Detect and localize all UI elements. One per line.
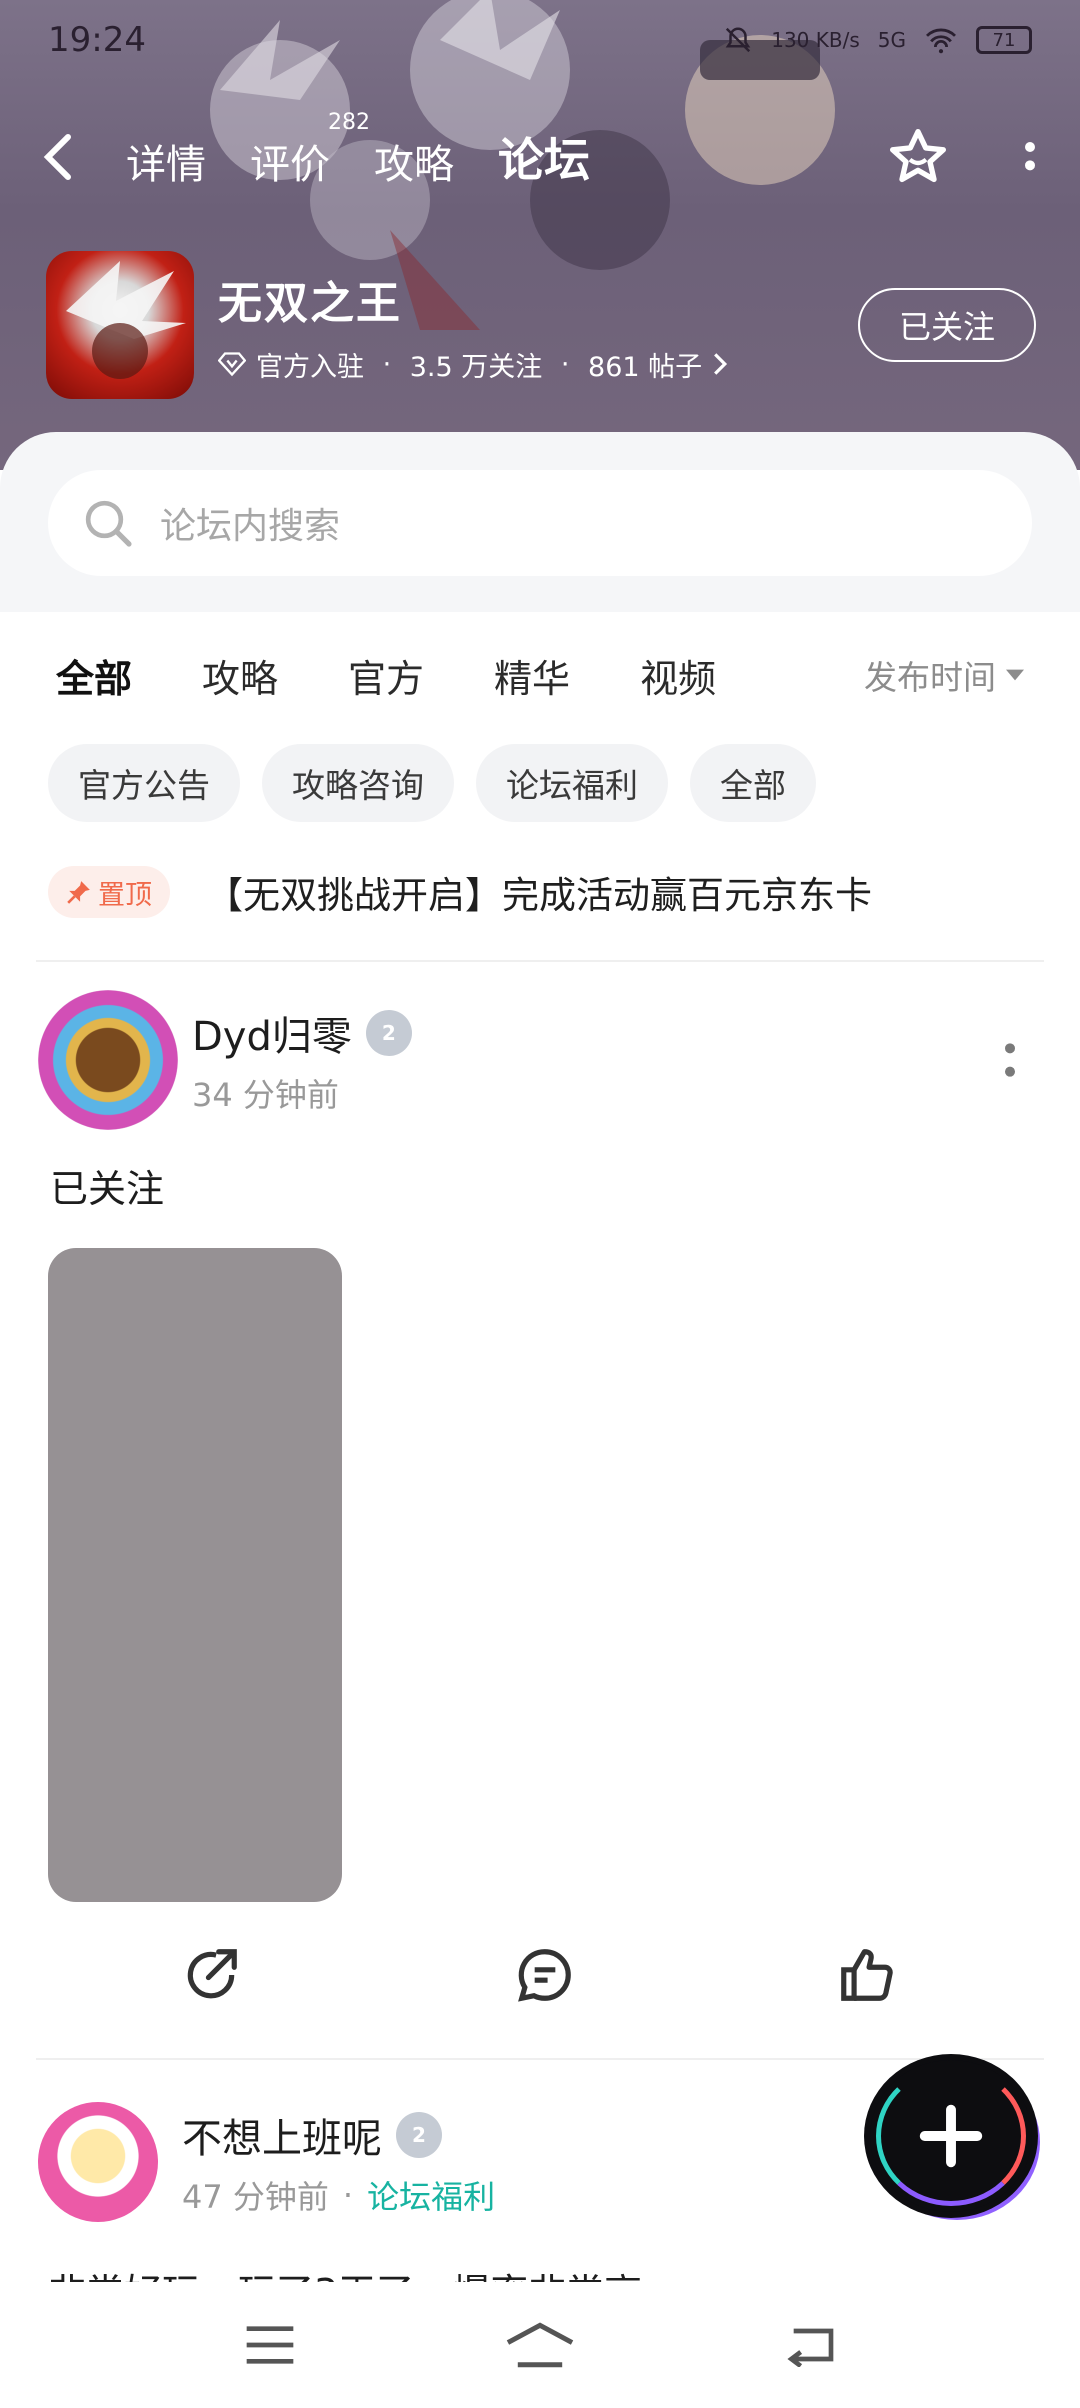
- pinned-tag-label: 置顶: [98, 879, 152, 911]
- filter-tab-featured[interactable]: 精华: [494, 648, 570, 703]
- author-name[interactable]: 不想上班呢: [182, 2106, 382, 2164]
- post-header: Dyd归零 2 34 分钟前: [38, 990, 1038, 1130]
- chip-guide-questions[interactable]: 攻略咨询: [262, 744, 454, 822]
- net-speed: 130 KB/s: [771, 28, 860, 52]
- game-info: 无双之王 官方入驻 · 3.5 万关注 · 861 帖子: [218, 267, 728, 384]
- author-block: Dyd归零 2 34 分钟前: [192, 1004, 412, 1116]
- game-header: 无双之王 官方入驻 · 3.5 万关注 · 861 帖子 已关注: [46, 250, 1036, 400]
- follow-button[interactable]: 已关注: [858, 288, 1036, 362]
- pinned-badge: 置顶: [48, 866, 170, 918]
- filter-tab-all[interactable]: 全部: [56, 648, 133, 705]
- game-title: 无双之王: [218, 277, 402, 329]
- post-text[interactable]: 已关注: [50, 1158, 164, 1213]
- filter-tab-official[interactable]: 官方: [348, 648, 424, 703]
- tab-forum[interactable]: 论坛: [492, 124, 596, 190]
- tab-details[interactable]: 详情: [126, 132, 206, 190]
- search-icon: [85, 500, 132, 547]
- battery-indicator: 71: [976, 26, 1032, 54]
- author-block: 不想上班呢 2 47 分钟前 · 论坛福利: [182, 2106, 495, 2218]
- official-label: 官方入驻: [256, 351, 364, 383]
- wifi-icon: [926, 28, 956, 54]
- filter-tab-video[interactable]: 视频: [640, 648, 716, 703]
- post-actions: [0, 1940, 1080, 2020]
- favorite-star-icon[interactable]: [886, 125, 950, 189]
- mute-icon: [725, 27, 751, 53]
- system-nav-bar: [0, 2282, 1080, 2408]
- sort-label: 发布时间: [864, 658, 996, 697]
- signal-label: 5G: [877, 28, 906, 52]
- level-badge: 2: [365, 1010, 412, 1056]
- post-meta: 47 分钟前 · 论坛福利: [182, 2172, 495, 2218]
- category-chips: 官方公告 攻略咨询 论坛福利 全部: [48, 744, 816, 822]
- back-icon[interactable]: [40, 122, 110, 192]
- game-meta[interactable]: 官方入驻 · 3.5 万关注 · 861 帖子: [218, 345, 728, 384]
- home-icon[interactable]: [503, 2320, 577, 2370]
- divider: [36, 960, 1044, 962]
- game-app-icon[interactable]: [46, 251, 194, 399]
- reviews-count-badge: 282: [328, 110, 370, 135]
- chip-announcements[interactable]: 官方公告: [48, 744, 240, 822]
- forum-search-input[interactable]: 论坛内搜索: [48, 470, 1032, 576]
- status-icons: 130 KB/s 5G 71: [723, 25, 1032, 55]
- level-badge: 2: [396, 2112, 442, 2158]
- more-vertical-icon[interactable]: [1002, 1040, 1018, 1080]
- nav-actions: [886, 125, 1040, 189]
- author-row: Dyd归零 2: [192, 1004, 412, 1062]
- pin-icon: [67, 881, 90, 904]
- avatar[interactable]: [38, 990, 178, 1130]
- search-section: 论坛内搜索: [0, 432, 1080, 612]
- nav-tabs: 详情 评价 282 攻略 论坛: [126, 110, 596, 190]
- caret-down-icon: [1006, 669, 1024, 681]
- pinned-post[interactable]: 置顶 【无双挑战开启】完成活动赢百元京东卡: [48, 860, 1038, 924]
- fab-ring: [876, 2066, 1026, 2206]
- menu-icon[interactable]: [242, 2323, 298, 2367]
- game-banner: 19:24 130 KB/s 5G 71 详情 评价 282 攻略 论坛 无双之…: [0, 0, 1080, 470]
- comment-icon[interactable]: [510, 1940, 580, 2010]
- post-media-image[interactable]: [48, 1248, 342, 1902]
- posts-count: 861 帖子: [588, 351, 703, 383]
- tab-guides[interactable]: 攻略: [374, 132, 454, 190]
- filter-tab-guides[interactable]: 攻略: [202, 648, 278, 703]
- sort-dropdown[interactable]: 发布时间: [864, 651, 1024, 699]
- forum-page: 19:24 130 KB/s 5G 71 详情 评价 282 攻略 论坛 无双之…: [0, 0, 1080, 2408]
- divider: [36, 2058, 1044, 2060]
- post-category-link[interactable]: 论坛福利: [367, 2172, 495, 2218]
- more-vertical-icon[interactable]: [1020, 137, 1040, 177]
- post-time: 34 分钟前: [192, 1076, 339, 1114]
- pinned-post-title: 【无双挑战开启】完成活动赢百元京东卡: [206, 874, 872, 917]
- post-time: 47 分钟前: [182, 2178, 329, 2216]
- tab-reviews[interactable]: 评价 282: [250, 110, 370, 190]
- chip-forum-benefits[interactable]: 论坛福利: [476, 744, 668, 822]
- avatar[interactable]: [38, 2102, 158, 2222]
- chip-all[interactable]: 全部: [690, 744, 816, 822]
- top-nav: 详情 评价 282 攻略 论坛: [0, 110, 1080, 202]
- diamond-icon: [218, 352, 246, 377]
- post-meta: 34 分钟前: [192, 1070, 412, 1116]
- status-bar: 19:24 130 KB/s 5G 71: [0, 0, 1080, 80]
- search-placeholder: 论坛内搜索: [160, 506, 341, 547]
- tab-reviews-label: 评价: [250, 142, 330, 188]
- back-nav-icon[interactable]: [782, 2323, 838, 2367]
- filter-tabs: 全部 攻略 官方 精华 视频 发布时间: [0, 640, 1080, 710]
- like-icon[interactable]: [832, 1940, 902, 2010]
- author-row: 不想上班呢 2: [182, 2106, 495, 2164]
- status-time: 19:24: [48, 20, 146, 60]
- followers-count: 3.5 万关注: [409, 351, 543, 383]
- author-name[interactable]: Dyd归零: [192, 1004, 352, 1062]
- chevron-right-icon: [714, 353, 728, 375]
- create-post-button[interactable]: [870, 2060, 1032, 2212]
- share-icon[interactable]: [176, 1940, 246, 2010]
